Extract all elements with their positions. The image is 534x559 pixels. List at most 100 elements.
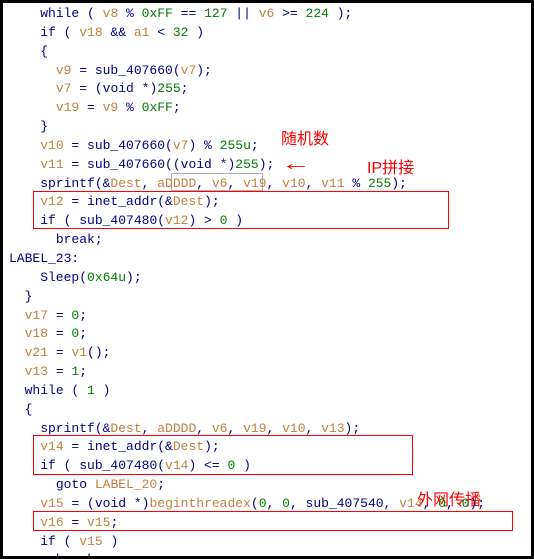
t: v9 [103, 100, 119, 115]
t [87, 477, 95, 492]
t: v13 [321, 421, 344, 436]
t: Dest [110, 421, 141, 436]
t: ); [469, 496, 485, 511]
t: < [149, 25, 172, 40]
t: , [446, 496, 462, 511]
t: && [103, 25, 134, 40]
t: v19 [243, 176, 266, 191]
t: v18 [79, 25, 102, 40]
t [9, 326, 25, 341]
t: , [423, 496, 439, 511]
t: ) [95, 383, 111, 398]
t: ); [345, 421, 361, 436]
t: 224 [306, 6, 329, 21]
t [9, 383, 25, 398]
t: v19 [243, 421, 266, 436]
t: v7 [56, 81, 72, 96]
t: { [9, 402, 32, 417]
t [9, 25, 40, 40]
t: v15 [40, 496, 63, 511]
t: , [306, 176, 322, 191]
t [9, 364, 25, 379]
t: ; [110, 515, 118, 530]
t [9, 157, 40, 172]
t: = sub_407660( [71, 63, 180, 78]
t: ); [204, 194, 220, 209]
t: v15 [79, 534, 102, 549]
t: = inet_addr(& [64, 439, 173, 454]
t [9, 439, 40, 454]
t [9, 308, 25, 323]
t: ( [251, 496, 259, 511]
t: void [103, 81, 134, 96]
t [9, 138, 40, 153]
t: ) [103, 534, 119, 549]
t: , [267, 176, 283, 191]
t: v17 [25, 308, 48, 323]
t: v6 [259, 6, 275, 21]
t: || [228, 6, 259, 21]
t: v14 [40, 439, 63, 454]
t: ) % [188, 138, 219, 153]
t: ( [56, 534, 79, 549]
t [9, 81, 56, 96]
t: ) [188, 25, 204, 40]
t: ); [259, 157, 275, 172]
t: 0xFF [142, 100, 173, 115]
t [9, 552, 56, 559]
t: ); [391, 176, 407, 191]
t: Dest [173, 194, 204, 209]
t: ( sub_407480( [56, 213, 165, 228]
t [9, 194, 40, 209]
t: , [227, 176, 243, 191]
t: Dest [173, 439, 204, 454]
t: if [40, 458, 56, 473]
code-viewer: 随机数 ← IP拼接 外网传播 while ( v8 % 0xFF == 127… [0, 0, 534, 559]
t: v15 [87, 515, 110, 530]
t: = ( [71, 81, 102, 96]
t: LABEL_23: [9, 251, 79, 266]
t: 255 [157, 81, 180, 96]
t: % [118, 6, 141, 21]
t: goto [56, 477, 87, 492]
t: % [345, 176, 368, 191]
t: ; [157, 477, 165, 492]
t: v13 [25, 364, 48, 379]
t: 255 [368, 176, 391, 191]
t: if [40, 534, 56, 549]
t: v7 [173, 138, 189, 153]
t: 255 [235, 157, 258, 172]
t: a1 [134, 25, 150, 40]
t: v7 [181, 63, 197, 78]
t: break [56, 552, 95, 559]
t: ); [204, 439, 220, 454]
t: v8 [103, 6, 119, 21]
t: ) [227, 213, 243, 228]
t: v11 [40, 157, 63, 172]
t: , sub_407540, [290, 496, 399, 511]
t: 32 [173, 25, 189, 40]
t: v11 [321, 176, 344, 191]
t: 255u [220, 138, 251, 153]
t: , [142, 421, 158, 436]
t: } [9, 119, 48, 134]
t: v12 [40, 194, 63, 209]
t: } [9, 289, 32, 304]
t: v1 [71, 345, 87, 360]
t: ( [56, 25, 79, 40]
t: = [48, 345, 71, 360]
t: ) <= [188, 458, 227, 473]
t: = ( [64, 496, 95, 511]
t: 0 [259, 496, 267, 511]
t: v9 [56, 63, 72, 78]
t: >= [274, 6, 305, 21]
t: 0 [282, 496, 290, 511]
t: ) [235, 458, 251, 473]
t: = sub_407660(( [64, 157, 181, 172]
t: ( [79, 6, 102, 21]
t [9, 100, 56, 115]
t: aDDDD [157, 176, 196, 191]
t: = [48, 364, 71, 379]
t: v19 [56, 100, 79, 115]
t: aDDDD [157, 421, 196, 436]
